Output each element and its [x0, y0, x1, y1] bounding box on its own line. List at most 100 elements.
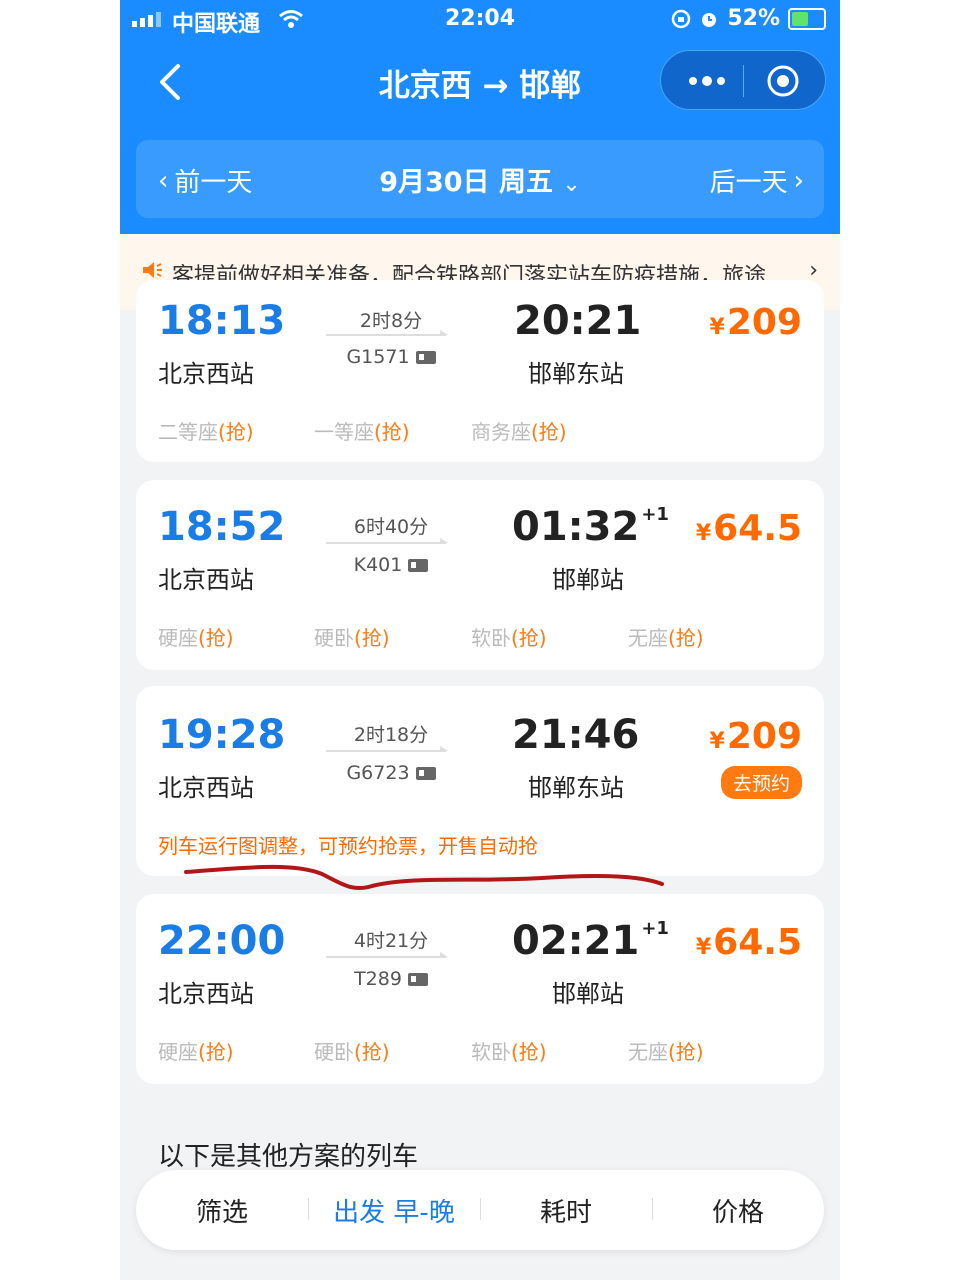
id-card-icon — [415, 767, 436, 780]
price: ¥64.5 — [696, 508, 802, 549]
price: ¥64.5 — [696, 922, 802, 963]
seat-option[interactable]: 软卧(抢) — [471, 1036, 547, 1065]
train-card[interactable]: 19:28 北京西站 2时18分 G6723 21:46 邯郸东站 ¥209 去… — [136, 686, 824, 876]
seat-tag: (抢) — [668, 626, 704, 650]
seat-option[interactable]: 硬卧(抢) — [314, 622, 390, 651]
next-day-label: 后一天 — [709, 168, 788, 198]
seat-name: 硬卧 — [314, 1040, 354, 1064]
seat-option[interactable]: 商务座(抢) — [471, 416, 567, 445]
seat-option[interactable]: 硬卧(抢) — [314, 1036, 390, 1065]
price: ¥209 — [710, 716, 802, 757]
hand-drawn-underline — [184, 864, 664, 891]
seat-name: 软卧 — [471, 1040, 511, 1064]
arrival-time-text: 02:21 — [512, 918, 640, 964]
more-icon[interactable] — [683, 69, 731, 93]
price-value: 64.5 — [713, 922, 802, 963]
arrival-time: 20:21 — [514, 298, 641, 344]
seat-option[interactable]: 硬座(抢) — [158, 1036, 234, 1065]
duration: 6时40分 — [353, 516, 429, 538]
tab-departure-sort[interactable]: 出发 早-晚 — [308, 1192, 480, 1229]
departure-station: 北京西站 — [158, 566, 254, 594]
seat-name: 一等座 — [314, 420, 374, 444]
reserve-button[interactable]: 去预约 — [720, 766, 802, 799]
id-card-icon — [415, 351, 436, 364]
arrival-time-text: 21:46 — [512, 712, 640, 758]
seat-name: 二等座 — [158, 420, 218, 444]
arrival-time: 02:21 +1 — [512, 918, 669, 964]
next-day-marker: +1 — [641, 504, 669, 525]
arrival-time: 01:32 +1 — [512, 504, 669, 550]
seat-name: 无座 — [628, 1040, 668, 1064]
seat-name: 硬座 — [158, 1040, 198, 1064]
seat-tag: (抢) — [198, 1040, 234, 1064]
close-target-icon[interactable] — [765, 63, 801, 99]
seat-tag: (抢) — [354, 1040, 390, 1064]
status-bar: 中国联通 22:04 52% — [120, 0, 840, 40]
train-number-text: T289 — [354, 968, 402, 990]
duration: 4时21分 — [353, 930, 429, 952]
tab-price-sort[interactable]: 价格 — [652, 1192, 824, 1229]
seat-option[interactable]: 二等座(抢) — [158, 416, 254, 445]
arrival-time: 21:46 — [512, 712, 639, 758]
train-number: G6723 — [326, 762, 456, 784]
currency: ¥ — [709, 315, 725, 340]
seat-tag: (抢) — [198, 626, 234, 650]
tab-duration-sort[interactable]: 耗时 — [480, 1192, 652, 1229]
tab-filter[interactable]: 筛选 — [136, 1192, 308, 1229]
battery-icon — [788, 7, 826, 30]
seat-tag: (抢) — [511, 1040, 547, 1064]
id-card-icon — [407, 973, 428, 986]
next-day-button[interactable]: 后一天 › — [710, 162, 804, 199]
capsule-divider — [743, 65, 744, 97]
next-day-marker: +1 — [641, 918, 669, 939]
departure-time: 22:00 — [158, 918, 286, 964]
price-value: 209 — [726, 302, 802, 343]
mini-program-capsule — [660, 50, 826, 110]
seat-name: 商务座 — [471, 420, 531, 444]
price-value: 64.5 — [713, 508, 802, 549]
departure-time: 18:13 — [158, 298, 286, 344]
seat-name: 软卧 — [471, 626, 511, 650]
price: ¥209 — [710, 302, 802, 343]
duration-line — [326, 746, 448, 752]
seat-name: 硬卧 — [314, 626, 354, 650]
arrival-time-text: 20:21 — [514, 298, 642, 344]
seat-option[interactable]: 硬座(抢) — [158, 622, 234, 651]
duration: 2时8分 — [359, 310, 423, 332]
seat-option[interactable]: 一等座(抢) — [314, 416, 410, 445]
section-title: 以下是其他方案的列车 — [158, 1142, 419, 1172]
date-selector: ‹ 前一天 9月30日 周五 ⌄ 后一天 › — [136, 140, 824, 218]
seat-option[interactable]: 软卧(抢) — [471, 622, 547, 651]
train-number-text: K401 — [353, 554, 403, 576]
seat-name: 无座 — [628, 626, 668, 650]
chevron-right-icon: › — [809, 258, 818, 283]
arrival-station: 邯郸站 — [552, 980, 624, 1008]
arrival-station: 邯郸东站 — [528, 360, 624, 388]
phone-screen: 中国联通 22:04 52% 北京西 → 邯郸 ‹ 前一天 9月30日 周五 ⌄ … — [120, 0, 840, 1280]
seat-tag: (抢) — [218, 420, 254, 444]
seat-option[interactable]: 无座(抢) — [628, 622, 704, 651]
seat-option[interactable]: 无座(抢) — [628, 1036, 704, 1065]
header: 中国联通 22:04 52% 北京西 → 邯郸 ‹ 前一天 9月30日 周五 ⌄ … — [120, 0, 840, 234]
duration: 2时18分 — [353, 724, 429, 746]
departure-station: 北京西站 — [158, 774, 254, 802]
departure-time: 18:52 — [158, 504, 286, 550]
duration-line — [326, 330, 448, 336]
train-card[interactable]: 18:13 北京西站 2时8分 G1571 20:21 邯郸东站 ¥209 二等… — [136, 280, 824, 462]
train-number-text: G1571 — [346, 346, 410, 368]
seat-tag: (抢) — [374, 420, 410, 444]
nav-bar: 北京西 → 邯郸 — [120, 44, 840, 124]
seat-name: 硬座 — [158, 626, 198, 650]
train-card[interactable]: 22:00 北京西站 4时21分 T289 02:21 +1 邯郸站 ¥64.5 … — [136, 894, 824, 1084]
departure-station: 北京西站 — [158, 360, 254, 388]
train-number: G1571 — [326, 346, 456, 368]
train-card[interactable]: 18:52 北京西站 6时40分 K401 01:32 +1 邯郸站 ¥64.5 … — [136, 480, 824, 670]
arrival-station: 邯郸站 — [552, 566, 624, 594]
chevron-right-icon: › — [793, 165, 804, 196]
departure-station: 北京西站 — [158, 980, 254, 1008]
seat-tag: (抢) — [511, 626, 547, 650]
seat-tag: (抢) — [531, 420, 567, 444]
rotation-lock-icon — [672, 9, 691, 28]
chevron-down-icon: ⌄ — [562, 172, 581, 197]
current-date: 9月30日 周五 — [379, 167, 553, 198]
